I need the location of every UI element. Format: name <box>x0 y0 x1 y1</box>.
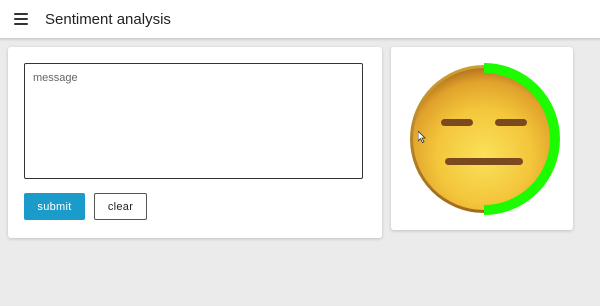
submit-button[interactable]: submit <box>24 193 85 220</box>
app-title: Sentiment analysis <box>45 10 171 28</box>
hamburger-menu-icon[interactable] <box>14 13 28 25</box>
neutral-face-emoji-icon <box>410 63 560 215</box>
clear-button[interactable]: clear <box>94 193 147 220</box>
message-form-card: submit clear <box>8 47 382 238</box>
sentiment-gauge <box>408 63 560 215</box>
mouse-cursor-icon <box>418 131 426 143</box>
message-input[interactable] <box>24 63 363 179</box>
app-bar: Sentiment analysis <box>0 0 600 39</box>
